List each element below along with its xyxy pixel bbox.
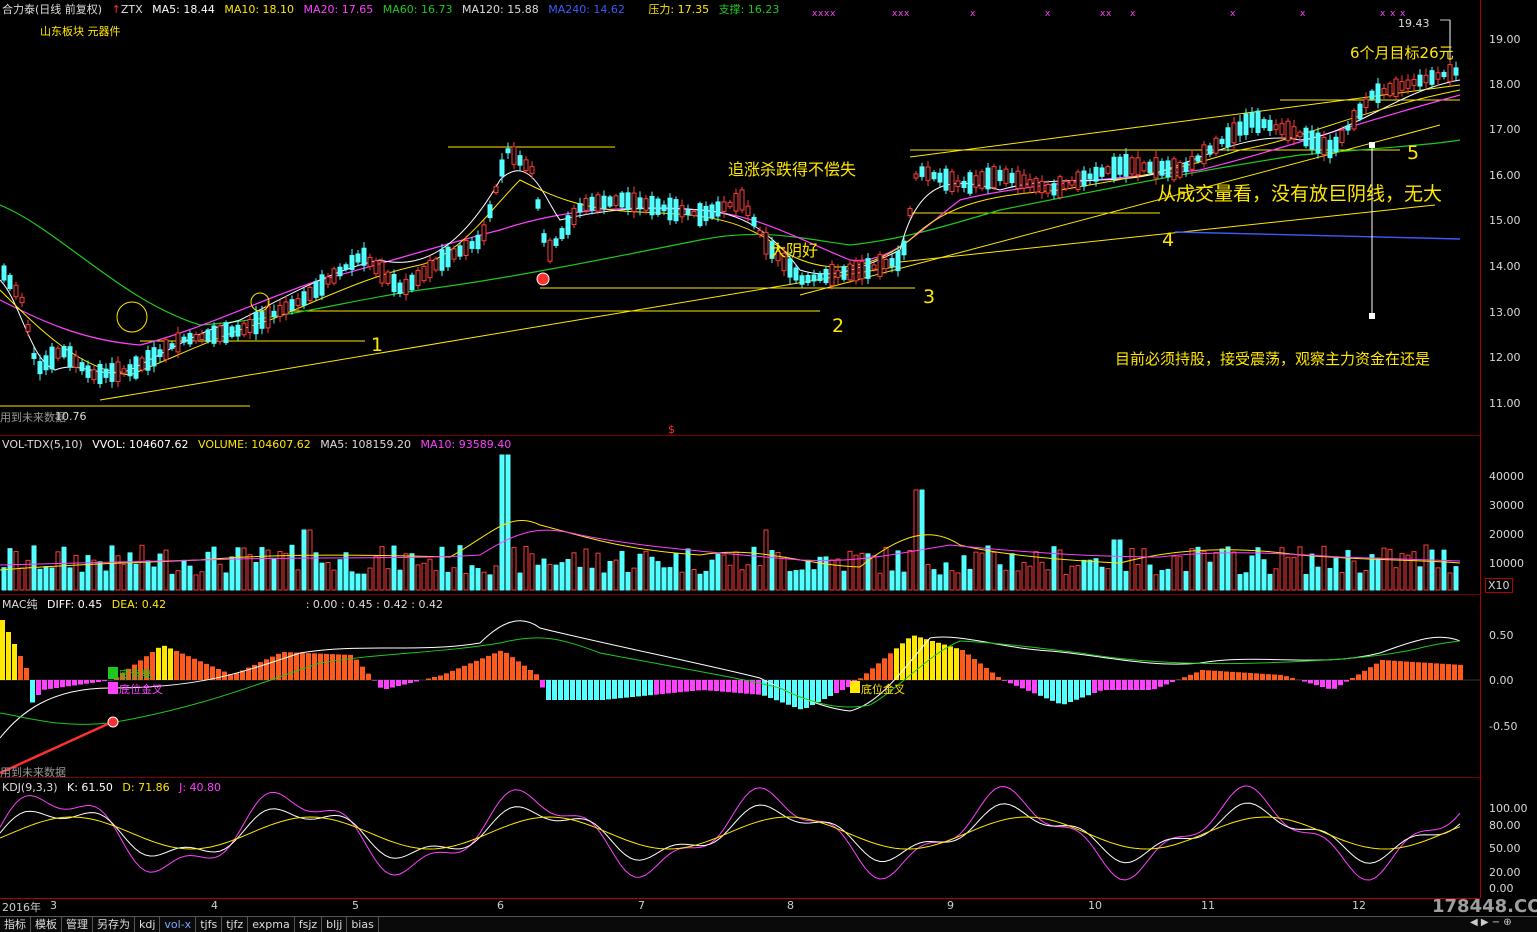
svg-text:x: x (1380, 9, 1386, 19)
vol-tick: 20000 (1489, 528, 1524, 541)
macd-tick: -0.50 (1489, 720, 1517, 733)
price-tick: 15.00 (1489, 214, 1521, 227)
vol-tick: 10000 (1489, 557, 1524, 570)
tab-indicator[interactable]: 指标 (0, 917, 31, 932)
price-chart: xxxxxxxxxxxxxxxxx (0, 0, 1480, 435)
price-tick: 11.00 (1489, 397, 1521, 410)
tab-fsjz[interactable]: fsjz (295, 917, 322, 932)
x-month-label: 4 (211, 899, 218, 912)
kdj-tick: 20.00 (1489, 866, 1521, 879)
macd-bottom-cross2-label: 底位金叉 (861, 681, 905, 697)
svg-text:x: x (904, 9, 910, 19)
price-tick: 17.00 (1489, 123, 1521, 136)
kdj-tick: 100.00 (1489, 802, 1528, 815)
tab-manage[interactable]: 管理 (62, 917, 93, 932)
svg-text:x: x (1230, 9, 1236, 19)
kdj-tick: 50.00 (1489, 842, 1521, 855)
price-tick: 19.00 (1489, 33, 1521, 46)
x-month-label: 8 (787, 899, 794, 912)
future-data-note: 用到未来数据 (0, 409, 66, 425)
tab-tjfz[interactable]: tjfz (222, 917, 248, 932)
kdj-tick: 0.00 (1489, 882, 1514, 895)
svg-text:x: x (1045, 9, 1051, 19)
macd-tick: 0.00 (1489, 674, 1514, 687)
svg-text:x: x (1130, 9, 1136, 19)
tab-template[interactable]: 模板 (31, 917, 62, 932)
annotation-3: 3 (923, 286, 935, 308)
price-tick: 16.00 (1489, 169, 1521, 182)
x-month-label: 7 (638, 899, 645, 912)
macd-tick: 0.50 (1489, 629, 1514, 642)
macd-bottom-back-label: 底背离 (119, 666, 152, 682)
tab-tjfs[interactable]: tjfs (196, 917, 222, 932)
annotation-1: 1 (371, 334, 383, 356)
vol-tick: 30000 (1489, 499, 1524, 512)
tab-save-as[interactable]: 另存为 (93, 917, 135, 932)
tab-expma[interactable]: expma (248, 917, 295, 932)
svg-text:x: x (1106, 9, 1112, 19)
annotation-volume-view: 从成交量看，没有放巨阴线，无大 (1157, 179, 1442, 206)
tab-kdj[interactable]: kdj (135, 917, 160, 932)
x-month-label: 6 (497, 899, 504, 912)
x-month-label: 12 (1352, 899, 1366, 912)
x-month-label: 3 (50, 899, 57, 912)
price-tick: 12.00 (1489, 351, 1521, 364)
x-year-label: 2016年 (2, 899, 41, 915)
volume-chart (0, 435, 1480, 593)
kdj-axis: 100.00 80.00 50.00 20.00 0.00 (1480, 777, 1537, 898)
annotation-target: 6个月目标26元 (1350, 42, 1454, 63)
macd-axis: 0.50 0.00 -0.50 (1480, 593, 1537, 777)
svg-text:x: x (1300, 9, 1306, 19)
x-month-label: 9 (947, 899, 954, 912)
svg-text:x: x (970, 9, 976, 19)
svg-text:x: x (1390, 9, 1396, 19)
kdj-tick: 80.00 (1489, 819, 1521, 832)
nav-controls[interactable]: ◀ ▶ − ⊕ (1470, 917, 1512, 928)
price-tick: 18.00 (1489, 78, 1521, 91)
x-month-label: 11 (1201, 899, 1215, 912)
vol-unit: X10 (1485, 578, 1513, 593)
price-high-label: 19.43 (1398, 17, 1430, 30)
annotation-big-yin: 大阴好 (770, 237, 818, 261)
annotation-4: 4 (1162, 229, 1174, 251)
x-month-label: 5 (352, 899, 359, 912)
macd-chart (0, 593, 1480, 777)
macd-bottom-cross-label: 底位金叉 (119, 681, 163, 697)
kdj-chart (0, 777, 1480, 898)
x-month-label: 10 (1088, 899, 1102, 912)
annotation-chase: 追涨杀跌得不偿失 (728, 156, 856, 180)
tab-vol-x[interactable]: vol-x (160, 917, 196, 932)
volume-axis: 40000 30000 20000 10000 X10 (1480, 435, 1537, 593)
price-tick: 14.00 (1489, 260, 1521, 273)
annotation-hold: 目前必须持股，接受震荡，观察主力资金在还是 (1115, 348, 1480, 369)
svg-text:x: x (830, 9, 836, 19)
annotation-5: 5 (1407, 142, 1419, 164)
tab-bias[interactable]: bias (347, 917, 379, 932)
annotation-2: 2 (832, 315, 844, 337)
price-tick: 13.00 (1489, 306, 1521, 319)
price-axis: 19.00 18.00 17.00 16.00 15.00 14.00 13.0… (1480, 0, 1537, 435)
vol-tick: 40000 (1489, 470, 1524, 483)
indicator-tabs: 指标模板管理另存为kdjvol-xtjfstjfzexpmafsjzbljjbi… (0, 916, 1537, 932)
watermark: 178448.COM (1432, 896, 1537, 917)
x-axis-bar (0, 898, 1480, 917)
tab-bljj[interactable]: bljj (322, 917, 347, 932)
